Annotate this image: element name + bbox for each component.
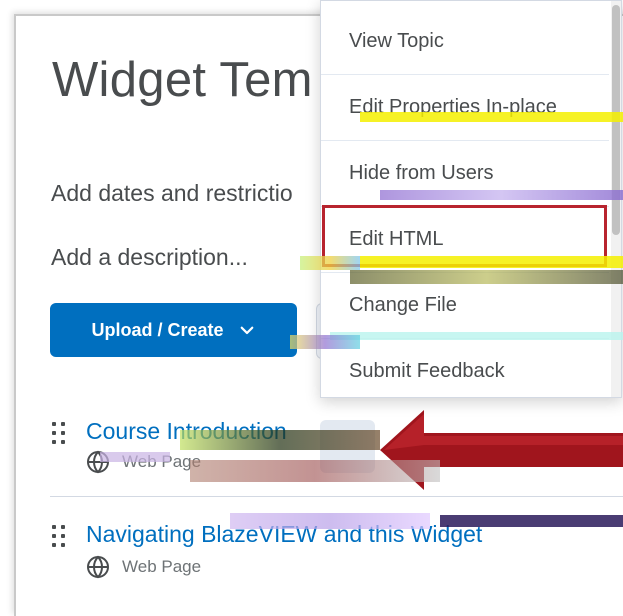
image-artifact [360,112,623,122]
add-description-link[interactable]: Add a description... [51,244,248,271]
menu-item-view-topic[interactable]: View Topic [321,9,609,75]
upload-create-button[interactable]: Upload / Create [50,303,297,357]
image-artifact [360,256,623,268]
globe-icon [87,555,109,579]
image-artifact [380,190,623,200]
image-artifact [290,335,360,349]
menu-item-edit-properties[interactable]: Edit Properties In-place [321,75,609,141]
add-dates-link[interactable]: Add dates and restrictio [51,180,293,207]
image-artifact [180,430,380,450]
drag-handle-icon[interactable] [52,422,66,446]
list-divider [50,496,623,497]
chevron-down-icon [240,326,253,335]
image-artifact [190,460,440,482]
image-artifact [230,513,430,529]
image-artifact [350,270,623,284]
image-artifact [330,332,623,340]
topic-type-label: Web Page [122,557,202,576]
image-artifact [100,452,170,462]
page-title: Widget Tem [52,53,313,107]
image-artifact [440,515,623,527]
upload-create-label: Upload / Create [91,319,224,340]
topic-type: Web Page [86,555,201,579]
menu-item-submit-feedback[interactable]: Submit Feedback [321,339,609,397]
image-artifact [300,256,360,270]
drag-handle-icon[interactable] [52,525,66,549]
